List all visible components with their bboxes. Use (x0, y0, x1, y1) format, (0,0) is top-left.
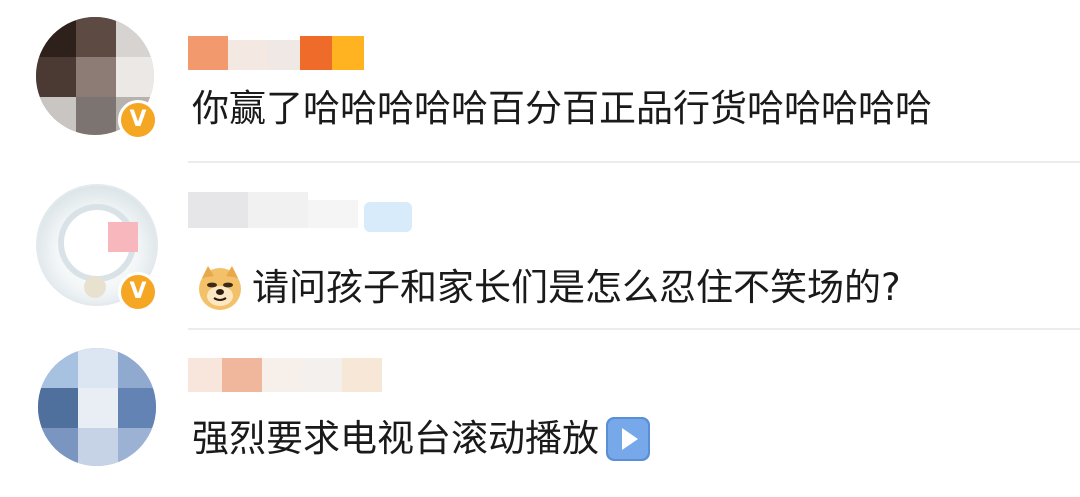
comment-text: 强烈要求电视台滚动播放 (192, 414, 651, 464)
comment-text: 请问孩子和家长们是怎么忍住不笑场的? (196, 263, 901, 313)
mosaic-block (342, 358, 382, 392)
mosaic-block (300, 36, 332, 70)
mosaic-block (262, 358, 302, 392)
mosaic-block (222, 358, 262, 392)
comment-text-content: 你赢了哈哈哈哈哈百分百正品行货哈哈哈哈哈 (192, 87, 932, 130)
comment-item[interactable]: V 请问孩子和家长们是怎么忍住不笑场的? (0, 164, 1080, 328)
comment-item[interactable]: 强烈要求电视台滚动播放 (0, 330, 1080, 497)
mosaic-block (76, 97, 116, 135)
divider (188, 161, 1080, 163)
mosaic-block (116, 57, 154, 97)
mosaic-block (118, 388, 156, 428)
mosaic-block (76, 17, 116, 57)
mosaic-block (268, 40, 300, 70)
mosaic-block (248, 192, 308, 228)
comment-text: 你赢了哈哈哈哈哈百分百正品行货哈哈哈哈哈 (192, 84, 932, 134)
username-redacted[interactable] (188, 352, 388, 398)
mosaic-block (118, 348, 156, 388)
mosaic-block (84, 276, 106, 298)
mosaic-block (38, 348, 78, 388)
mosaic-block (118, 428, 156, 466)
mosaic-block (188, 192, 248, 228)
username-redacted[interactable] (188, 30, 364, 76)
mosaic-block (78, 388, 118, 428)
mosaic-block (116, 17, 154, 57)
mosaic-block (36, 17, 76, 57)
mosaic-block (36, 57, 76, 97)
mosaic-block (38, 388, 78, 428)
mosaic-block (332, 36, 364, 70)
comment-text-content: 强烈要求电视台滚动播放 (192, 417, 599, 460)
mosaic-block (78, 348, 118, 388)
username-redacted[interactable] (188, 188, 418, 234)
mosaic-block (302, 358, 342, 392)
verified-badge-icon: V (118, 272, 158, 312)
comment-text-content: 请问孩子和家长们是怎么忍住不笑场的? (252, 266, 901, 309)
mosaic-block (36, 97, 76, 135)
mosaic-block (108, 222, 138, 252)
avatar[interactable] (38, 348, 156, 466)
verified-badge-icon: V (118, 100, 158, 140)
doge-emoji-icon (199, 266, 241, 310)
mosaic-block (78, 428, 118, 466)
mosaic-block (364, 202, 412, 232)
mosaic-block (38, 428, 78, 466)
mosaic-block (308, 200, 358, 228)
comment-item[interactable]: V 你赢了哈哈哈哈哈百分百正品行货哈哈哈哈哈 (0, 0, 1080, 160)
mosaic-block (76, 57, 116, 97)
mosaic-block (188, 358, 222, 392)
mosaic-block (188, 36, 228, 70)
mosaic-block (228, 40, 268, 70)
play-button-emoji-icon (606, 417, 650, 461)
